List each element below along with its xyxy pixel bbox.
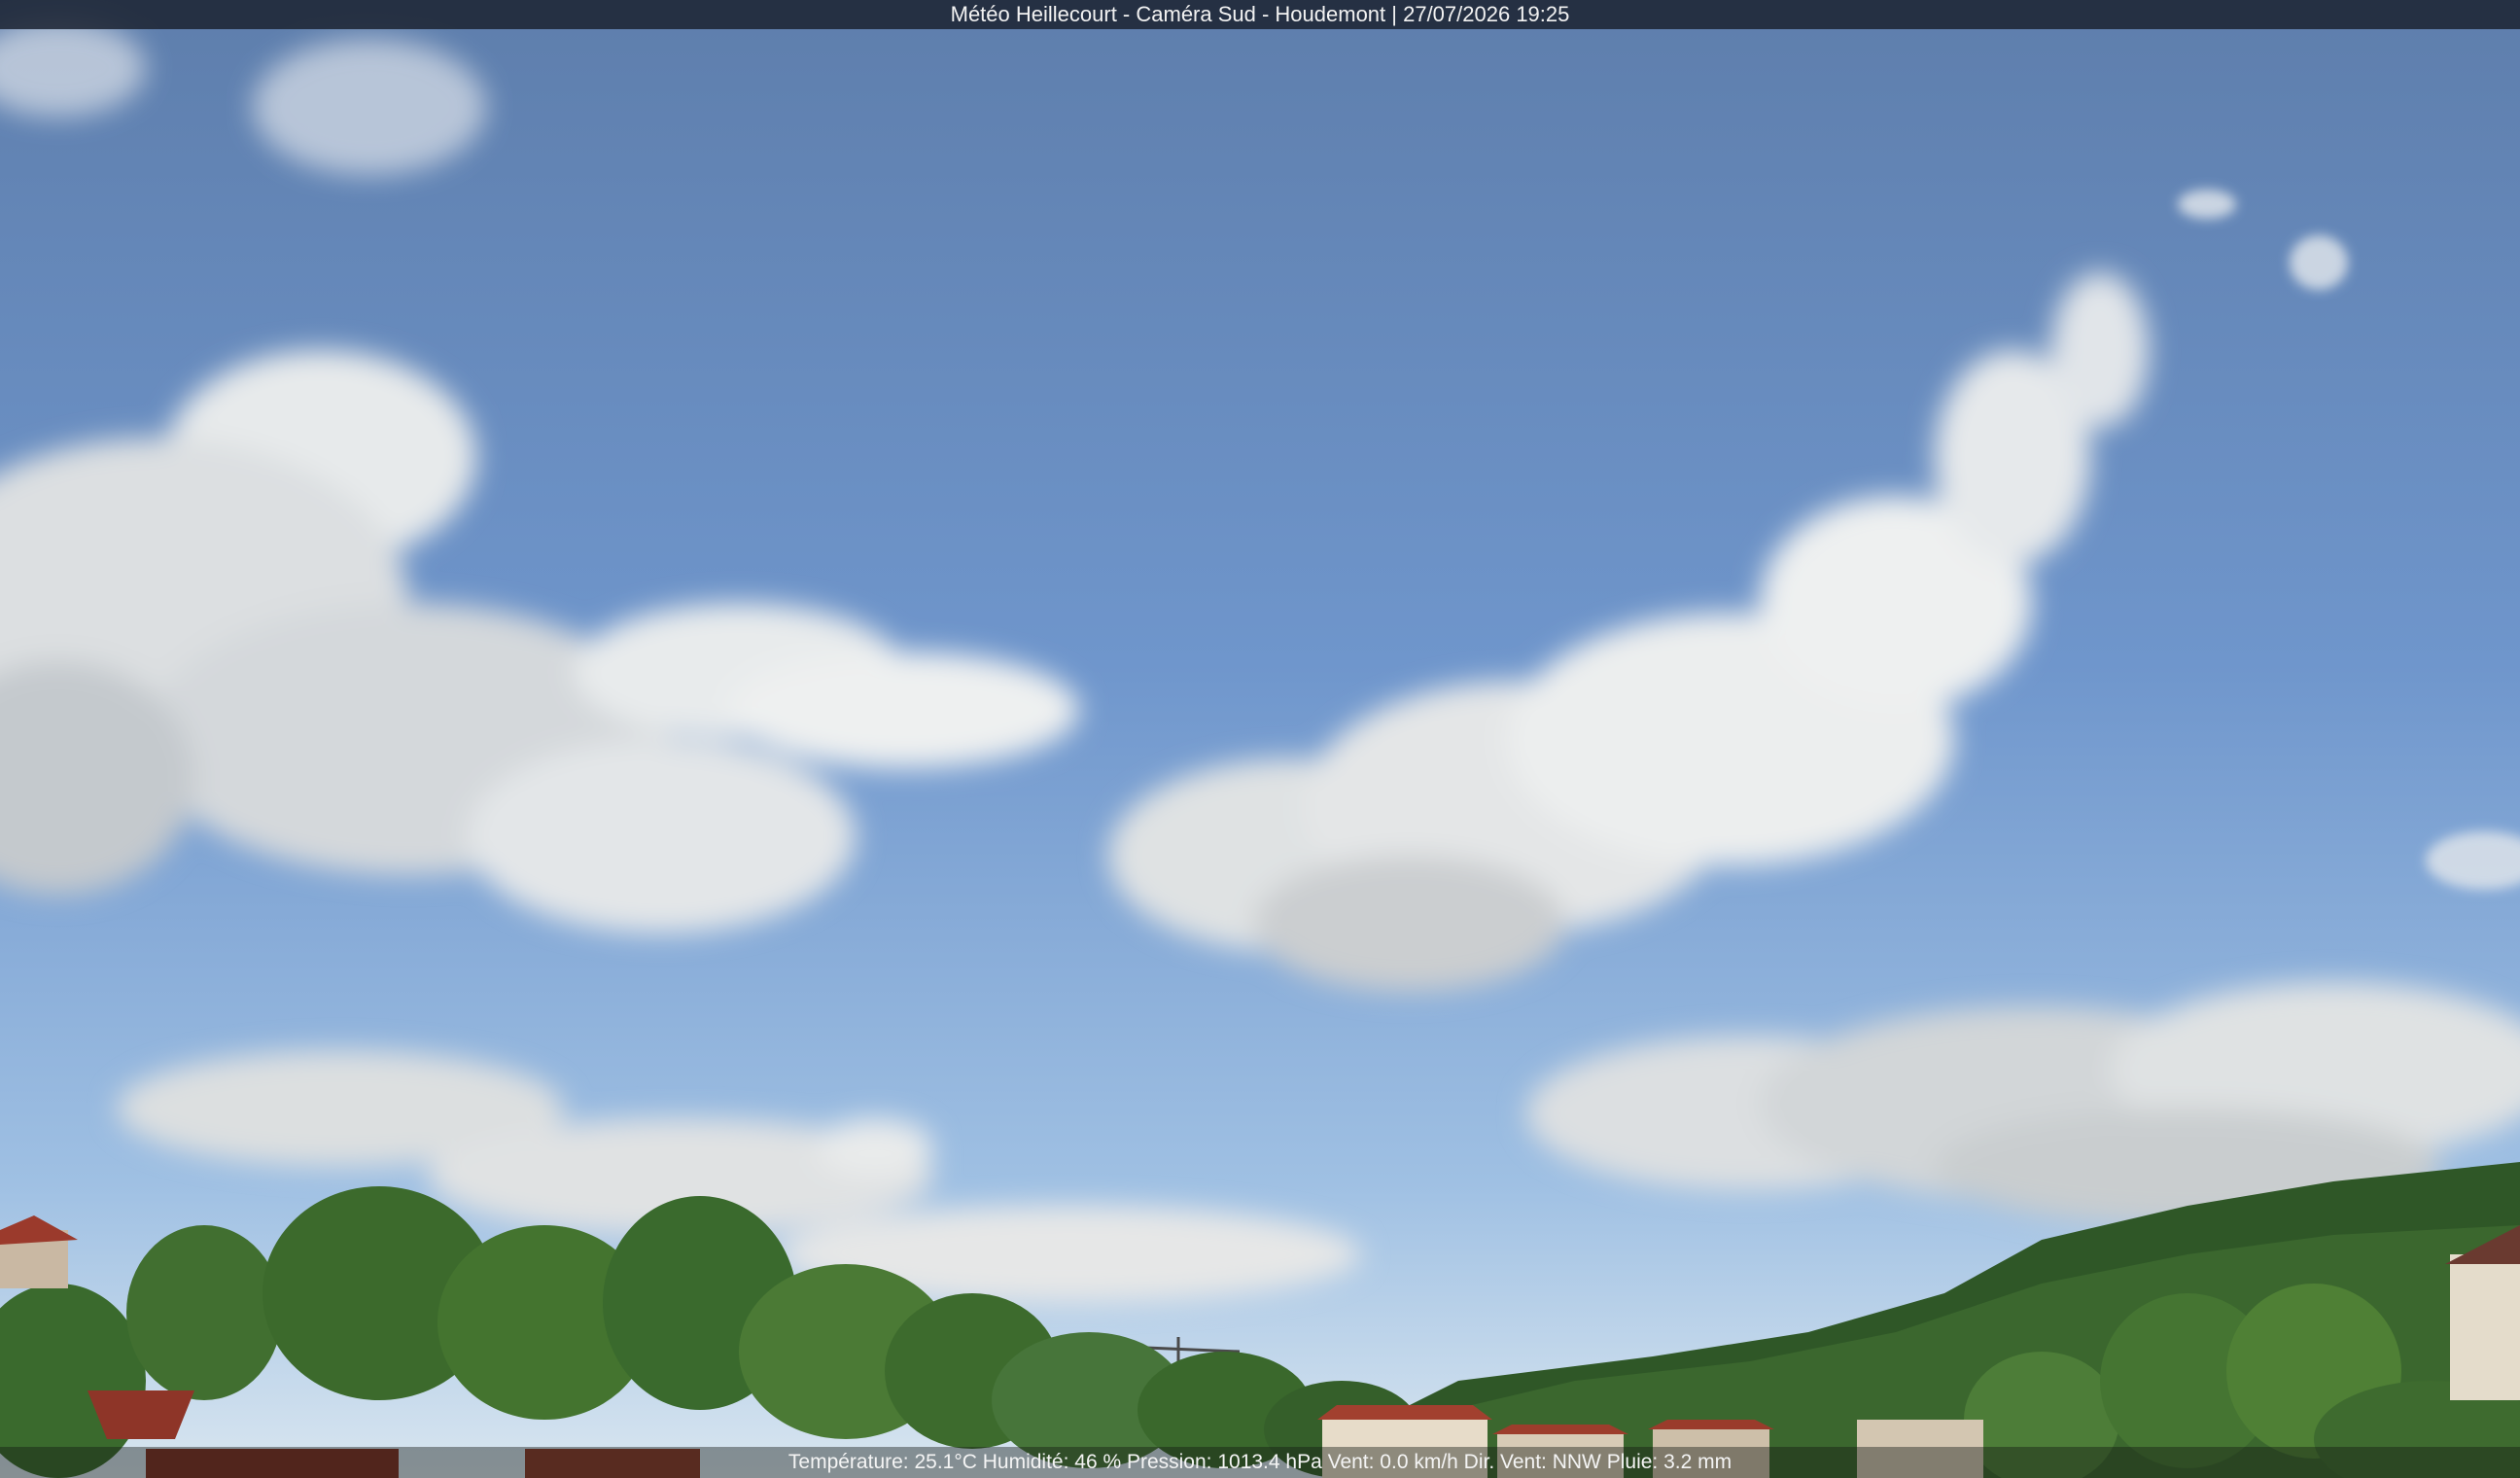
- camera-title-bar: Météo Heillecourt - Caméra Sud - Houdemo…: [0, 0, 2520, 29]
- weather-readout-bar: Température: 25.1°C Humidité: 46 % Press…: [0, 1447, 2520, 1478]
- webcam-image: [0, 0, 2520, 1478]
- webcam-frame: Météo Heillecourt - Caméra Sud - Houdemo…: [0, 0, 2520, 1478]
